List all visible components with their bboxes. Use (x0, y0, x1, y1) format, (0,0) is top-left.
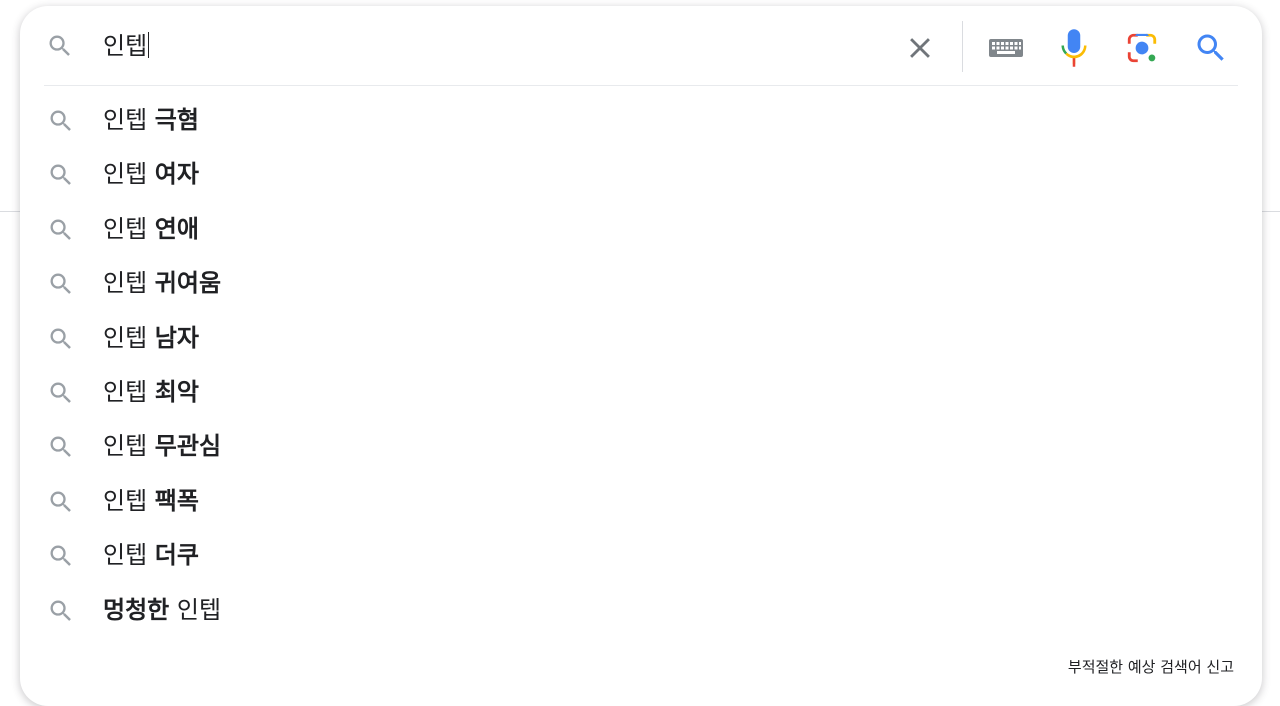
suggestion-suffix: 인텝 (169, 595, 222, 624)
suggestion-completion: 극혐 (154, 106, 199, 134)
suggestion-prefix: 인텝 (103, 432, 155, 461)
search-icon (44, 322, 78, 356)
suggestion-item[interactable]: 인텝 극혐 (20, 92, 1262, 146)
suggestion-item[interactable]: 인텝 팩폭 (20, 473, 1262, 527)
suggestion-completion: 여자 (154, 160, 199, 189)
suggestion-label: 인텝 귀여움 (103, 265, 221, 301)
suggestion-item[interactable]: 인텝 더쿠 (20, 527, 1262, 581)
search-submit-button[interactable] (1190, 26, 1232, 70)
suggestion-prefix: 인텝 (103, 106, 155, 134)
suggestion-item[interactable]: 인텝 여자 (20, 146, 1262, 200)
suggestion-label: 인텝 극혐 (103, 102, 199, 138)
search-query-text: 인텝 (103, 32, 148, 60)
suggestion-prefix: 인텝 (103, 269, 155, 298)
suggestion-prefix: 인텝 (103, 486, 155, 515)
suggestion-list: 인텝 극혐 인텝 여자 인텝 연애 인텝 귀여움 인텝 남자 인텝 최악 인텝 … (20, 92, 1262, 636)
voice-search-button[interactable] (1054, 26, 1094, 70)
suggestion-prefix: 인텝 (103, 541, 155, 570)
suggestion-item[interactable]: 멍청한 인텝 (20, 582, 1262, 636)
search-icon (42, 28, 78, 64)
keyboard-icon (989, 39, 1023, 57)
suggestion-prefix: 인텝 (103, 323, 155, 352)
suggestion-completion: 무관심 (154, 432, 222, 461)
input-divider (44, 85, 1238, 86)
suggestion-completion: 더쿠 (154, 541, 199, 570)
toolbar-divider (962, 21, 963, 72)
suggestion-label: 인텝 무관심 (103, 428, 221, 464)
search-icon (44, 539, 78, 573)
search-dropdown: 인텝 인텝 극혐 인텝 여자 인텝 연애 인텝 귀여움 인텝 남자 인텝 최악 … (20, 6, 1262, 706)
suggestion-label: 인텝 남자 (103, 320, 199, 356)
suggestion-label: 인텝 팩폭 (103, 483, 199, 519)
suggestion-completion: 연애 (154, 214, 199, 243)
search-input[interactable]: 인텝 (103, 28, 150, 64)
suggestion-item[interactable]: 인텝 남자 (20, 310, 1262, 364)
suggestion-label: 인텝 최악 (103, 374, 199, 410)
suggestion-label: 인텝 여자 (103, 156, 199, 192)
camera-lens-icon (1127, 33, 1157, 63)
suggestion-label: 인텝 연애 (103, 211, 199, 247)
suggestion-label: 멍청한 인텝 (103, 592, 221, 628)
suggestion-item[interactable]: 인텝 최악 (20, 364, 1262, 418)
search-icon (44, 594, 78, 628)
suggestion-label: 인텝 더쿠 (103, 537, 199, 573)
suggestion-completion: 팩폭 (154, 486, 199, 515)
search-icon (1197, 34, 1224, 61)
search-input-row: 인텝 (20, 6, 1262, 85)
search-icon (44, 430, 78, 464)
suggestion-prefix: 인텝 (103, 214, 155, 243)
search-icon (44, 485, 78, 519)
search-icon (44, 104, 78, 138)
suggestion-completion: 남자 (154, 323, 199, 352)
suggestion-completion: 최악 (154, 377, 199, 406)
report-predictions-link[interactable]: 부적절한 예상 검색어 신고 (1068, 656, 1234, 677)
suggestion-item[interactable]: 인텝 연애 (20, 201, 1262, 255)
microphone-icon (1061, 29, 1087, 67)
search-icon (44, 213, 78, 247)
suggestion-prefix: 인텝 (103, 160, 155, 189)
suggestion-completion: 멍청한 (103, 595, 170, 624)
suggestion-item[interactable]: 인텝 귀여움 (20, 255, 1262, 309)
suggestion-prefix: 인텝 (103, 377, 155, 406)
text-caret (148, 32, 150, 58)
image-search-button[interactable] (1122, 26, 1162, 70)
suggestion-completion: 귀여움 (154, 269, 222, 298)
search-icon (44, 158, 78, 192)
suggestion-item[interactable]: 인텝 무관심 (20, 418, 1262, 472)
search-icon (44, 267, 78, 301)
keyboard-button[interactable] (984, 28, 1028, 68)
close-icon (910, 38, 930, 58)
search-icon (44, 376, 78, 410)
clear-button[interactable] (900, 28, 940, 68)
